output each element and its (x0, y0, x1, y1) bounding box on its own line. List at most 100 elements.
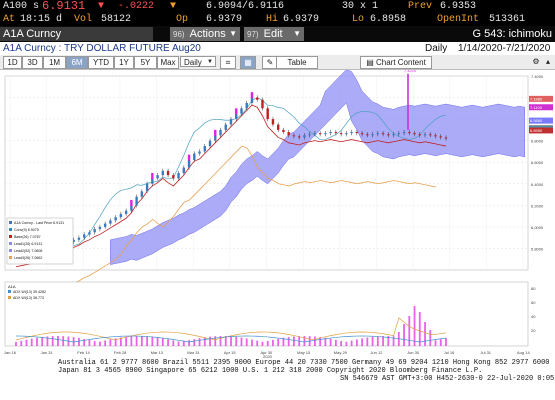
adx-bar (424, 322, 426, 346)
candle (82, 234, 86, 238)
sub-legend-swatch (8, 296, 11, 299)
bid-ask: 6.9094/6.9116 (206, 1, 285, 12)
highlight-candle (235, 108, 238, 115)
range-button-ytd[interactable]: YTD (88, 56, 114, 69)
adx-bar (198, 338, 201, 346)
x-tick-label: Feb 14 (77, 350, 90, 355)
adx-bar (445, 338, 447, 346)
adx-bar (177, 341, 180, 346)
function-title: G 543: ichimoku (472, 28, 552, 40)
range-button-3d[interactable]: 3D (22, 56, 43, 69)
interval-select[interactable]: Daily ▼ (180, 56, 216, 67)
range-button-1m[interactable]: 1M (43, 56, 66, 69)
edit-number: 97) (247, 30, 259, 39)
settings-icon[interactable]: ⚙ (530, 56, 542, 67)
candle (408, 132, 411, 134)
dropdown-arrow-icon: ▼ (229, 29, 237, 38)
price-tag-label: 6.8950 (530, 128, 543, 133)
candle-style-icon[interactable]: ▦ (240, 56, 256, 69)
footer: Australia 61 2 9777 8600 Brazil 5511 239… (0, 358, 555, 400)
y-tick-label: 6.2000 (531, 203, 544, 208)
actions-menu[interactable]: 96) Actions ▼ (170, 27, 240, 41)
edit-menu[interactable]: 97) Edit ▼ (244, 27, 304, 41)
collapse-icon[interactable]: ▴ (543, 56, 553, 67)
candle (355, 132, 359, 134)
legend-label: Base(26) 7.0767 (14, 235, 41, 239)
adx-bar (167, 339, 169, 346)
adx-bar (293, 336, 295, 346)
candle (124, 210, 128, 214)
vol-value: 58122 (101, 14, 132, 25)
adx-bar (413, 306, 416, 346)
candle (245, 102, 248, 109)
candle (345, 133, 348, 135)
adx-bar (109, 339, 112, 346)
adx-bar (135, 336, 138, 346)
candle (250, 97, 254, 103)
candle (156, 175, 159, 179)
range-button-1d[interactable]: 1D (3, 56, 22, 69)
adx-bar (403, 324, 405, 346)
chart-content-button[interactable]: ▤ Chart Content (360, 56, 432, 69)
hi-label: Hi (266, 14, 279, 25)
adx-bar (36, 337, 38, 346)
x-tick-label: Jul 16 (444, 350, 455, 355)
sub-y-tick: 80 (531, 286, 536, 291)
adx-bar (245, 338, 248, 346)
range-button-6m[interactable]: 6M (66, 56, 88, 69)
x-tick-label: May 15 (297, 350, 311, 355)
quote-row-1: A100 s 6.9131 ▼ -.0222 ▼ 6.9094/6.9116 3… (0, 0, 555, 13)
adx-bar (429, 330, 432, 346)
x-tick-label: May 29 (334, 350, 348, 355)
adx-bar (329, 338, 332, 346)
adx-bar (209, 336, 211, 346)
adx-bar (266, 340, 269, 346)
interval-value: Daily (184, 58, 202, 67)
candle (235, 113, 238, 120)
adx-bar (371, 336, 374, 346)
bid-ask-size: 30 x 1 (342, 1, 379, 12)
candle (287, 132, 290, 136)
range-button-max[interactable]: Max (157, 56, 179, 69)
range-button-5y[interactable]: 5Y (134, 56, 157, 69)
adx-bar (434, 340, 437, 346)
line-style-icon[interactable]: ⌗ (220, 56, 236, 69)
table-button[interactable]: Table (276, 56, 318, 69)
range-button-1y[interactable]: 1Y (114, 56, 134, 69)
vol-label: Vol (74, 14, 93, 25)
legend-swatch (9, 242, 12, 245)
candle (261, 99, 264, 109)
adx-bar (361, 338, 363, 346)
lo-label: Lo (352, 14, 365, 25)
net-change: -.0222 (118, 1, 155, 12)
security-field[interactable]: A1A Curncy (0, 27, 153, 41)
candle (114, 217, 117, 221)
x-tick-label: Jan 31 (41, 350, 54, 355)
footer-phones: Australia 61 2 9777 8600 Brazil 5511 239… (58, 359, 550, 367)
adx-bar (62, 336, 65, 346)
candle (88, 232, 91, 235)
x-tick-label: Jul 31 (480, 350, 491, 355)
candle (439, 136, 442, 138)
candle (208, 140, 212, 147)
adx-bar (350, 340, 353, 346)
adx-bar (182, 341, 185, 346)
candle (77, 237, 81, 240)
candle (198, 151, 201, 154)
candle (271, 119, 275, 125)
candle (329, 132, 332, 134)
candle (371, 134, 374, 136)
candle (256, 97, 259, 100)
adx-bar (156, 337, 159, 346)
candle (219, 129, 222, 136)
sub-legend-label: ADX Wi(13) 39.4282 (13, 290, 46, 294)
y-tick-label: 6.8000 (531, 139, 544, 144)
actions-number: 96) (173, 30, 185, 39)
adx-bar (20, 340, 23, 346)
prev-value: 6.9353 (440, 1, 477, 12)
candle (360, 133, 364, 135)
adx-bar (224, 336, 227, 346)
candle (397, 133, 401, 135)
time-value: 18:15 d (20, 14, 63, 25)
title-bar: A1A Curncy : TRY DOLLAR FUTURE Aug20 Dai… (0, 42, 555, 56)
